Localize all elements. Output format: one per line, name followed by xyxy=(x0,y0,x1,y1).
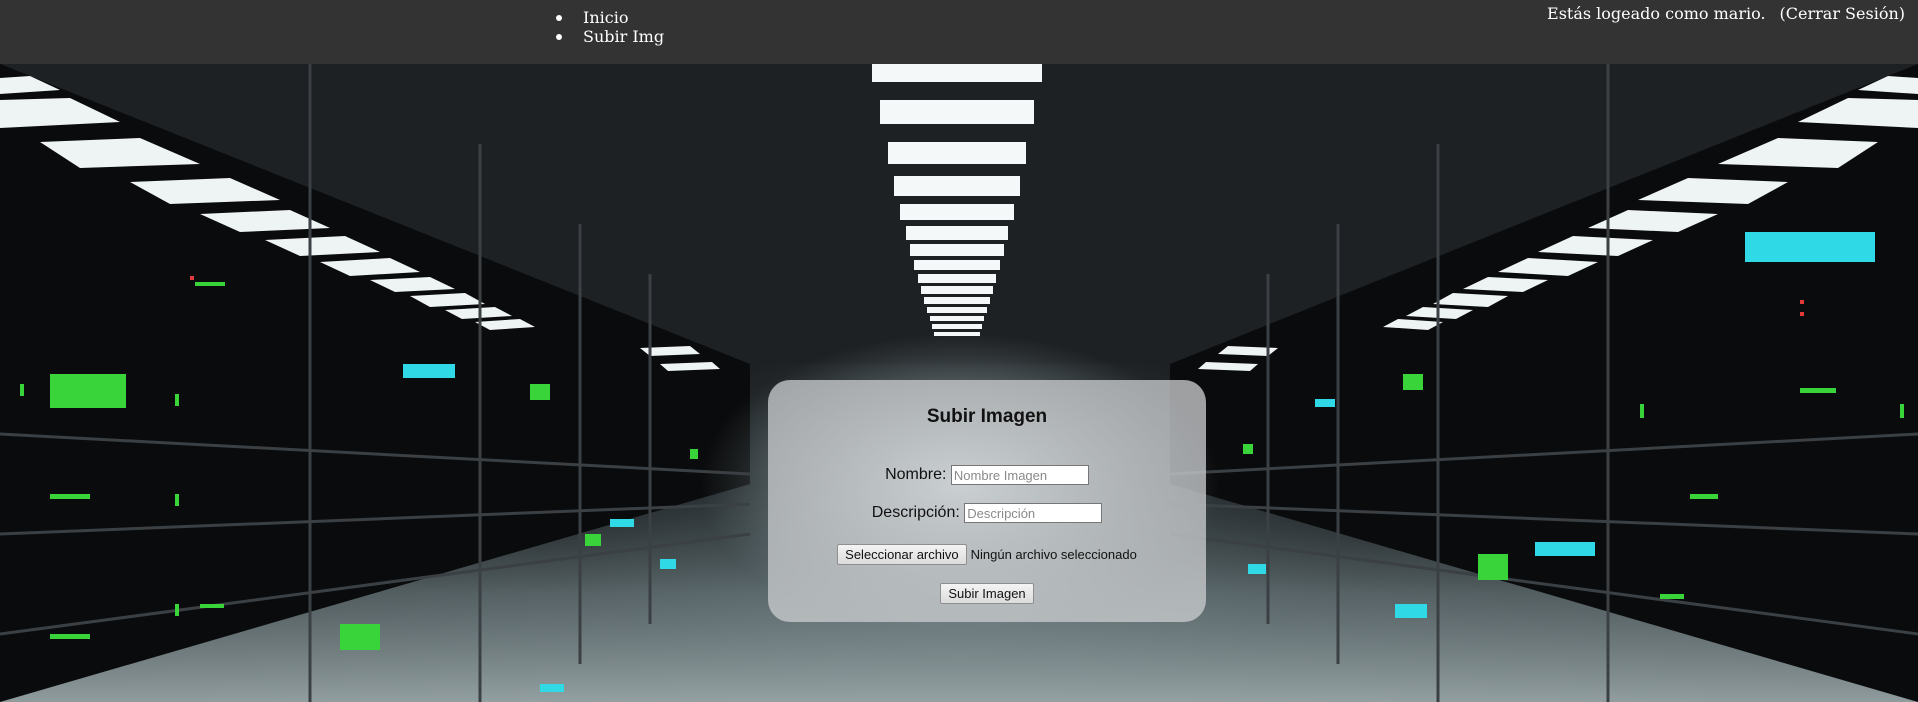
file-row: Seleccionar archivo Ningún archivo selecc… xyxy=(768,544,1206,565)
submit-button[interactable]: Subir Imagen xyxy=(940,583,1034,604)
description-input[interactable] xyxy=(964,503,1103,523)
nav-link-subir-img[interactable]: Subir Img xyxy=(583,27,664,46)
user-info: Estás logeado como mario. (Cerrar Sesión) xyxy=(1547,4,1905,23)
description-label: Descripción: xyxy=(871,504,960,522)
logged-in-text: Estás logeado como mario. xyxy=(1547,4,1766,23)
choose-file-button[interactable]: Seleccionar archivo xyxy=(837,544,967,565)
upload-form-card: Subir Imagen Nombre: Descripción: Selecc… xyxy=(768,380,1206,622)
top-navigation-bar: Inicio Subir Img Estás logeado como mari… xyxy=(0,0,1918,64)
description-row: Descripción: xyxy=(768,503,1206,523)
bullet-icon xyxy=(556,34,562,40)
form-title: Subir Imagen xyxy=(926,406,1048,427)
nav-item-subir-img[interactable]: Subir Img xyxy=(556,27,664,46)
submit-row: Subir Imagen xyxy=(768,583,1206,604)
file-status-text: Ningún archivo seleccionado xyxy=(970,547,1137,562)
name-label: Nombre: xyxy=(885,466,947,484)
logout-link[interactable]: (Cerrar Sesión) xyxy=(1780,4,1905,23)
main-nav: Inicio Subir Img xyxy=(556,8,664,46)
name-input[interactable] xyxy=(950,465,1089,485)
nav-item-inicio[interactable]: Inicio xyxy=(556,8,664,27)
name-row: Nombre: xyxy=(768,465,1206,485)
nav-link-inicio[interactable]: Inicio xyxy=(583,8,628,27)
bullet-icon xyxy=(556,15,562,21)
